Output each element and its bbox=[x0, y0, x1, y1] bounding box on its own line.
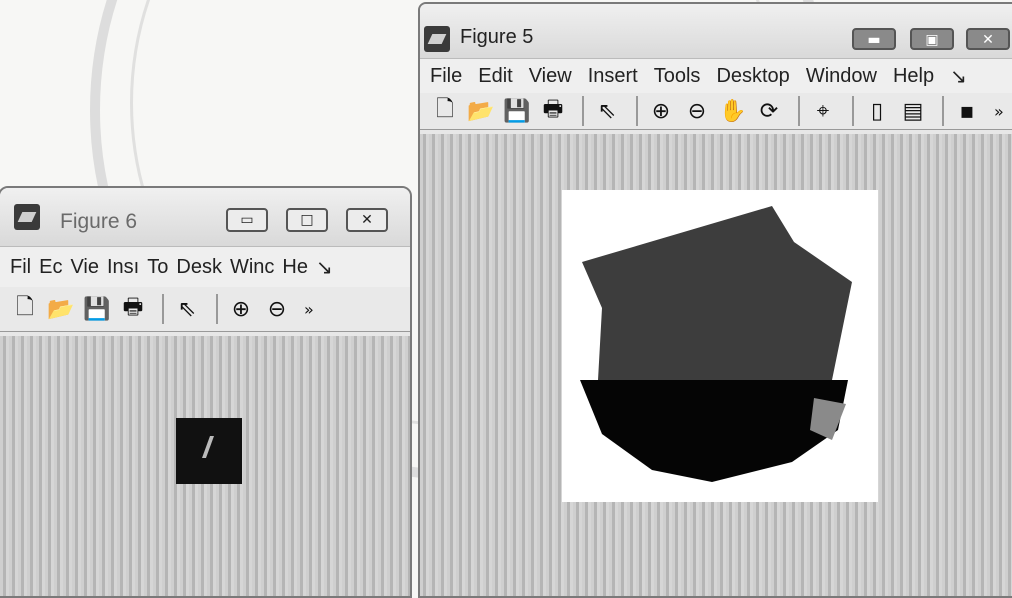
legend-icon[interactable]: ▤ bbox=[898, 96, 928, 126]
print-icon[interactable]: 🖶 bbox=[118, 294, 148, 324]
toolbar-separator bbox=[162, 294, 164, 324]
zoom-in-icon[interactable]: ⊕ bbox=[226, 294, 256, 324]
open-file-icon[interactable]: 📂 bbox=[466, 96, 496, 126]
menu-edit[interactable]: Edit bbox=[478, 65, 512, 88]
close-button[interactable]: ✕ bbox=[966, 28, 1010, 50]
toolbar: 🗋 📂 💾 🖶 ⇖ ⊕ ⊖ » bbox=[0, 287, 410, 332]
menu-view[interactable]: View bbox=[529, 65, 572, 88]
rotate-3d-icon[interactable]: ⟳ bbox=[754, 96, 784, 126]
menu-file[interactable]: File bbox=[430, 65, 462, 88]
menu-desktop[interactable]: Desktop bbox=[716, 65, 789, 88]
figure-canvas bbox=[0, 336, 410, 596]
menu-desktop[interactable]: Desk bbox=[176, 256, 222, 279]
menu-help[interactable]: Help bbox=[893, 65, 934, 88]
print-icon[interactable]: 🖶 bbox=[538, 96, 568, 126]
window-title: Figure 5 bbox=[460, 26, 534, 48]
hide-plot-tools-icon[interactable]: ▪ bbox=[952, 96, 982, 126]
image-axes bbox=[562, 190, 878, 502]
menu-tools[interactable]: Tools bbox=[654, 65, 701, 88]
menu-insert[interactable]: Insı bbox=[107, 256, 139, 279]
figure-canvas bbox=[420, 134, 1012, 596]
zoom-out-icon[interactable]: ⊖ bbox=[262, 294, 292, 324]
menu-bar: File Edit View Insert Tools Desktop Wind… bbox=[420, 59, 1012, 93]
new-figure-icon[interactable]: 🗋 bbox=[10, 294, 40, 324]
menu-window[interactable]: Window bbox=[806, 65, 877, 88]
minimize-button[interactable]: ▭ bbox=[226, 208, 268, 232]
segmented-image bbox=[580, 206, 852, 482]
close-button[interactable]: ✕ bbox=[346, 208, 388, 232]
toolbar-separator bbox=[582, 96, 584, 126]
zoom-out-icon[interactable]: ⊖ bbox=[682, 96, 712, 126]
data-cursor-icon[interactable]: ⌖ bbox=[808, 96, 838, 126]
image-axes bbox=[176, 418, 242, 484]
maximize-button[interactable]: □ bbox=[286, 208, 328, 232]
toolbar-separator bbox=[636, 96, 638, 126]
toolbar-separator bbox=[216, 294, 218, 324]
save-icon[interactable]: 💾 bbox=[82, 294, 112, 324]
menu-window[interactable]: Winc bbox=[230, 256, 274, 279]
menu-overflow-icon[interactable]: ↘ bbox=[316, 255, 333, 280]
pointer-icon[interactable]: ⇖ bbox=[172, 294, 202, 324]
figure-6-window: Figure 6 ▭ □ ✕ Fil Ec Vie Insı To Desk W… bbox=[0, 186, 412, 598]
menu-view[interactable]: Vie bbox=[70, 256, 99, 279]
title-bar: Figure 6 ▭ □ ✕ bbox=[0, 188, 410, 247]
window-title: Figure 6 bbox=[60, 210, 138, 233]
lower-region bbox=[580, 380, 848, 482]
toolbar: 🗋 📂 💾 🖶 ⇖ ⊕ ⊖ ✋ ⟳ ⌖ ▯ ▤ ▪ » bbox=[420, 93, 1012, 130]
toolbar-separator bbox=[852, 96, 854, 126]
toolbar-overflow-icon[interactable]: » bbox=[304, 300, 314, 319]
save-icon[interactable]: 💾 bbox=[502, 96, 532, 126]
menu-help[interactable]: He bbox=[282, 256, 308, 279]
colorbar-icon[interactable]: ▯ bbox=[862, 96, 892, 126]
toolbar-separator bbox=[798, 96, 800, 126]
upper-region bbox=[582, 206, 852, 380]
maximize-button[interactable]: ▣ bbox=[910, 28, 954, 50]
toolbar-overflow-icon[interactable]: » bbox=[994, 102, 1004, 121]
title-bar: Figure 5 ▬ ▣ ✕ bbox=[420, 4, 1012, 59]
figure-5-window: Figure 5 ▬ ▣ ✕ File Edit View Insert Too… bbox=[418, 2, 1012, 598]
toolbar-separator bbox=[942, 96, 944, 126]
pan-hand-icon[interactable]: ✋ bbox=[718, 96, 748, 126]
menu-file[interactable]: Fil bbox=[10, 256, 31, 279]
matlab-icon bbox=[424, 26, 450, 52]
pointer-icon[interactable]: ⇖ bbox=[592, 96, 622, 126]
new-figure-icon[interactable]: 🗋 bbox=[430, 96, 460, 126]
open-file-icon[interactable]: 📂 bbox=[46, 294, 76, 324]
menu-tools[interactable]: To bbox=[147, 256, 168, 279]
menu-bar: Fil Ec Vie Insı To Desk Winc He ↘ bbox=[0, 247, 410, 287]
matlab-icon bbox=[14, 204, 40, 230]
minimize-button[interactable]: ▬ bbox=[852, 28, 896, 50]
menu-insert[interactable]: Insert bbox=[588, 65, 638, 88]
menu-edit[interactable]: Ec bbox=[39, 256, 62, 279]
zoom-in-icon[interactable]: ⊕ bbox=[646, 96, 676, 126]
menu-overflow-icon[interactable]: ↘ bbox=[950, 64, 967, 89]
